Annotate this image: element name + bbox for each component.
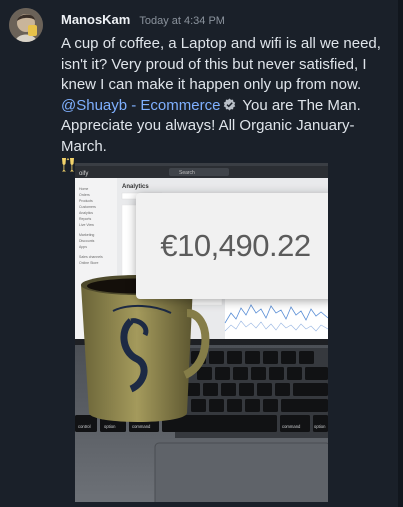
timestamp: Today at 4:34 PM	[139, 15, 225, 27]
avatar-image	[9, 8, 43, 42]
sidebar-item: Marketing	[79, 233, 94, 237]
app-name: oify	[79, 171, 88, 177]
message-text: A cup of coffee, a Laptop and wifi is al…	[61, 34, 394, 178]
sidebar-item: Reports	[79, 217, 92, 221]
sidebar-item: Home	[79, 187, 88, 191]
username[interactable]: ManosKam	[61, 12, 130, 27]
sidebar-item: Customers	[79, 205, 96, 209]
message-card: ManosKam Today at 4:34 PM A cup of coffe…	[0, 0, 403, 507]
key-label: command	[282, 424, 301, 429]
key-label: command	[132, 424, 151, 429]
message-header: ManosKam Today at 4:34 PM	[61, 12, 225, 28]
avatar[interactable]	[9, 8, 43, 42]
sidebar-item: Products	[79, 199, 93, 203]
clinking-glasses-icon	[62, 158, 74, 172]
sidebar-item: Online Store	[79, 261, 99, 265]
search-placeholder: Search	[179, 170, 195, 176]
page-title: Analytics	[122, 184, 149, 190]
key-label: option	[314, 424, 326, 429]
sidebar-item: Sales channels	[79, 255, 103, 259]
sidebar-item: Analytics	[79, 211, 93, 215]
verified-badge-icon	[224, 97, 236, 111]
sidebar-item: Apps	[79, 245, 87, 249]
sidebar-item: Discounts	[79, 239, 95, 243]
message-body: A cup of coffee, a Laptop and wifi is al…	[61, 35, 381, 93]
sidebar-item: Orders	[79, 193, 90, 197]
user-mention[interactable]: @Shuayb - Ecommerce	[61, 97, 220, 114]
sidebar-item: Live View	[79, 223, 94, 227]
attached-photo[interactable]: oify Search Home Orders Products Custome…	[75, 163, 328, 502]
revenue-amount: €10,490.22	[160, 228, 311, 263]
revenue-overlay: €10,490.22	[136, 193, 328, 299]
key-label: control	[78, 424, 91, 429]
divider	[398, 0, 403, 507]
key-label: option	[104, 424, 116, 429]
